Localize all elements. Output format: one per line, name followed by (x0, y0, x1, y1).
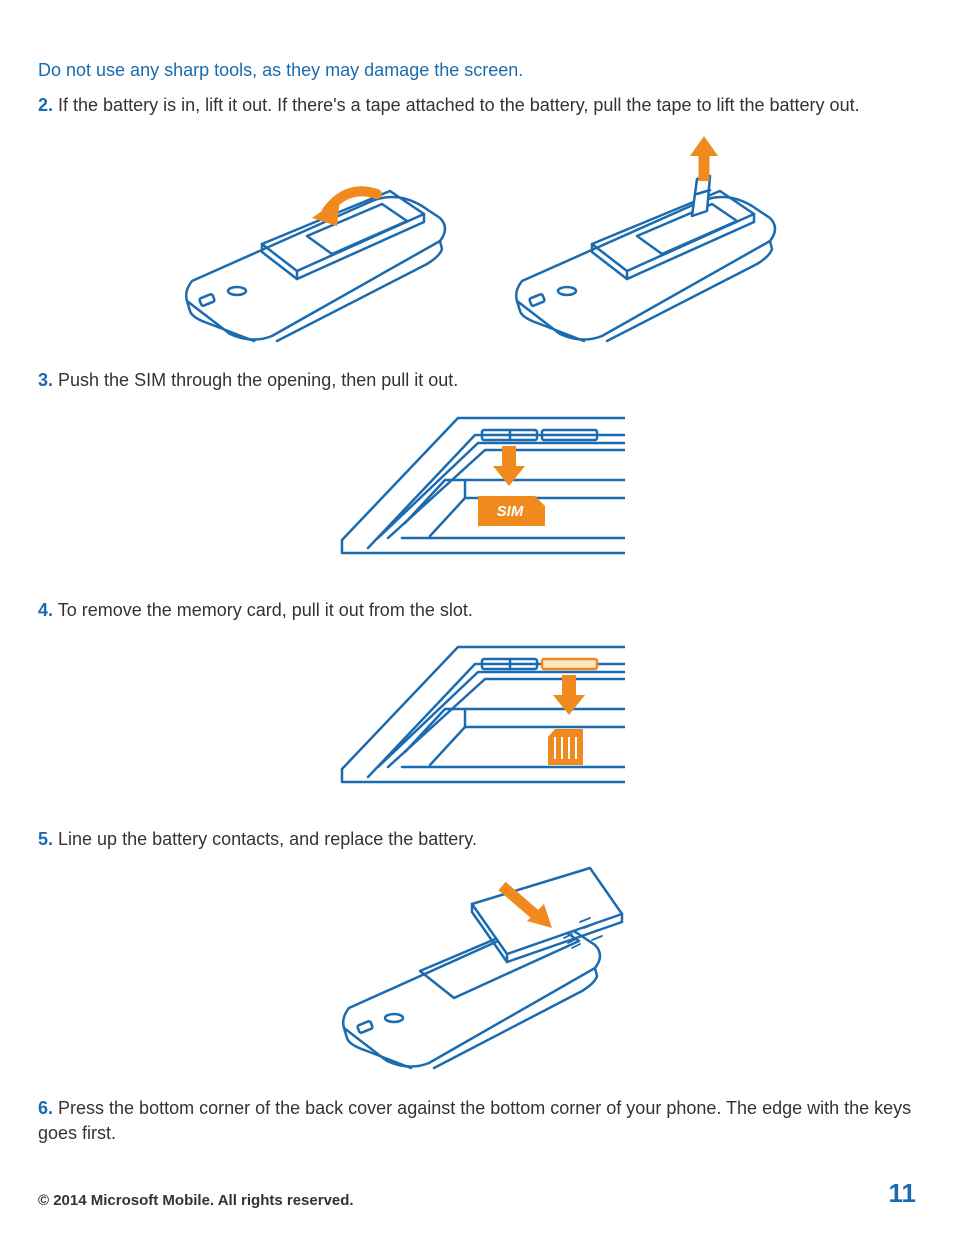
sim-card-icon: SIM (478, 496, 545, 526)
battery-replace-diagram (322, 866, 632, 1076)
warning-text: Do not use any sharp tools, as they may … (38, 58, 916, 83)
up-arrow-icon (690, 136, 718, 181)
step-5: 5. Line up the battery contacts, and rep… (38, 827, 916, 852)
step-6-text: Press the bottom corner of the back cove… (38, 1098, 911, 1143)
step-6: 6. Press the bottom corner of the back c… (38, 1096, 916, 1146)
step-3: 3. Push the SIM through the opening, the… (38, 368, 916, 393)
step-2-text: If the battery is in, lift it out. If th… (53, 95, 860, 115)
step-6-number: 6. (38, 1098, 53, 1118)
svg-text:SIM: SIM (496, 503, 523, 520)
page-number: 11 (889, 1178, 917, 1209)
battery-lift-diagram-left (162, 136, 462, 346)
memory-card-diagram (330, 637, 625, 807)
step-3-number: 3. (38, 370, 53, 390)
step-3-illustration: SIM (38, 408, 916, 578)
page-footer: © 2014 Microsoft Mobile. All rights rese… (38, 1178, 916, 1209)
step-4: 4. To remove the memory card, pull it ou… (38, 598, 916, 623)
step-5-illustration (38, 866, 916, 1076)
step-4-illustration (38, 637, 916, 807)
step-4-text: To remove the memory card, pull it out f… (53, 600, 473, 620)
sim-removal-diagram: SIM (330, 408, 625, 578)
copyright-text: © 2014 Microsoft Mobile. All rights rese… (38, 1192, 354, 1209)
microsd-icon (548, 729, 583, 765)
step-2-number: 2. (38, 95, 53, 115)
step-3-text: Push the SIM through the opening, then p… (53, 370, 458, 390)
step-5-text: Line up the battery contacts, and replac… (53, 829, 477, 849)
step-5-number: 5. (38, 829, 53, 849)
battery-lift-diagram-right (492, 136, 792, 346)
step-2: 2. If the battery is in, lift it out. If… (38, 93, 916, 118)
step-4-number: 4. (38, 600, 53, 620)
step-2-illustrations (38, 136, 916, 346)
